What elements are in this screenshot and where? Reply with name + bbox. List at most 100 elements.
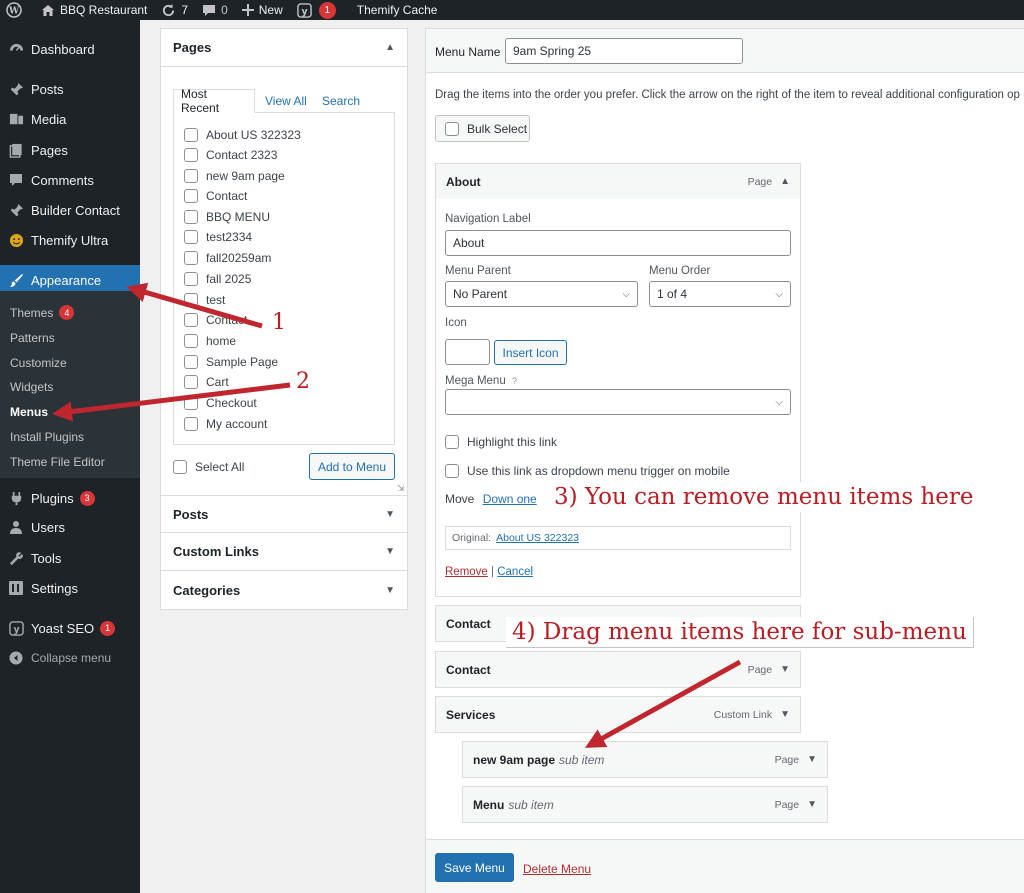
checkbox[interactable]: [184, 293, 198, 307]
yoast-adminbar-link[interactable]: y 1: [290, 0, 343, 20]
icon-input[interactable]: [445, 339, 490, 365]
sidebar-item-dashboard[interactable]: Dashboard: [0, 34, 140, 64]
checkbox[interactable]: [184, 128, 198, 142]
page-checkbox-row[interactable]: BBQ MENU: [184, 210, 270, 224]
sidebar-item-tools[interactable]: Tools: [0, 543, 140, 573]
save-menu-button[interactable]: Save Menu: [435, 853, 514, 882]
page-checkbox-row[interactable]: test: [184, 293, 225, 307]
sidebar-item-pages[interactable]: Pages: [0, 135, 140, 165]
sidebar-item-comments[interactable]: Comments: [0, 165, 140, 195]
sidebar-item-settings[interactable]: Settings: [0, 573, 140, 603]
resize-handle-icon[interactable]: ⇲: [397, 483, 405, 494]
checkbox[interactable]: [184, 210, 198, 224]
checkbox[interactable]: [184, 396, 198, 410]
checkbox[interactable]: [184, 189, 198, 203]
custom-links-accordion-header[interactable]: Custom Links ▼: [161, 533, 407, 571]
sidebar-item-yoast-seo[interactable]: y Yoast SEO 1: [0, 613, 140, 643]
page-checkbox-row[interactable]: Checkout: [184, 396, 257, 410]
checkbox[interactable]: [184, 251, 198, 265]
navigation-label-input[interactable]: About: [445, 230, 791, 256]
page-checkbox-row[interactable]: Cart: [184, 375, 229, 389]
tab-view-all[interactable]: View All: [258, 89, 314, 113]
checkbox[interactable]: [184, 417, 198, 431]
caret-down-icon[interactable]: ▼: [780, 709, 790, 720]
checkbox[interactable]: [184, 355, 198, 369]
page-label: Contact: [206, 189, 248, 203]
checkbox[interactable]: [184, 230, 198, 244]
menu-order-select[interactable]: 1 of 4 ⌵: [649, 281, 791, 307]
menu-name-input[interactable]: 9am Spring 25: [505, 38, 743, 64]
submenu-item-themes[interactable]: Themes 4: [10, 305, 75, 320]
wordpress-logo-button[interactable]: W: [0, 0, 34, 20]
checkbox[interactable]: [445, 464, 459, 478]
tab-most-recent[interactable]: Most Recent: [173, 87, 255, 115]
original-page-link[interactable]: About US 322323: [496, 532, 579, 544]
new-content-link[interactable]: New: [235, 0, 290, 20]
submenu-item-install-plugins[interactable]: Install Plugins: [10, 430, 84, 444]
menu-item-about-header[interactable]: About Page ▲: [435, 163, 801, 200]
menu-sub-item[interactable]: new 9am page sub item Page ▼: [462, 741, 828, 778]
page-checkbox-row[interactable]: home: [184, 334, 236, 348]
submenu-item-menus[interactable]: Menus: [10, 405, 48, 419]
page-checkbox-row[interactable]: test2334: [184, 230, 252, 244]
page-checkbox-row[interactable]: My account: [184, 417, 267, 431]
caret-down-icon[interactable]: ▼: [807, 754, 817, 765]
checkbox[interactable]: [184, 313, 198, 327]
page-checkbox-row[interactable]: fall20259am: [184, 251, 271, 265]
add-to-menu-button[interactable]: Add to Menu: [309, 453, 395, 480]
submenu-item-customize[interactable]: Customize: [10, 356, 67, 370]
delete-menu-link[interactable]: Delete Menu: [523, 862, 591, 876]
menu-item-services[interactable]: Services Custom Link ▼: [435, 696, 801, 733]
page-checkbox-row[interactable]: Sample Page: [184, 355, 278, 369]
page-checkbox-row[interactable]: Contact: [184, 189, 247, 203]
checkbox[interactable]: [445, 435, 459, 449]
checkbox[interactable]: [184, 272, 198, 286]
page-checkbox-row[interactable]: new 9am page: [184, 169, 285, 183]
move-down-one-link[interactable]: Down one: [483, 492, 537, 506]
bulk-select-button[interactable]: Bulk Select: [435, 115, 530, 142]
page-checkbox-row[interactable]: fall 2025: [184, 272, 251, 286]
cancel-item-link[interactable]: Cancel: [497, 566, 533, 578]
updates-link[interactable]: 7: [154, 0, 195, 20]
menu-item-about-settings: Navigation Label About Menu Parent No Pa…: [435, 199, 801, 597]
themify-cache-link[interactable]: Themify Cache: [343, 0, 445, 20]
sidebar-item-users[interactable]: Users: [0, 512, 140, 542]
checkbox[interactable]: [184, 334, 198, 348]
highlight-link-checkbox-row[interactable]: Highlight this link: [445, 435, 557, 449]
sidebar-item-posts[interactable]: Posts: [0, 74, 140, 104]
page-checkbox-row[interactable]: Contact 2323: [184, 148, 277, 162]
categories-accordion-header[interactable]: Categories ▼: [161, 571, 407, 609]
checkbox[interactable]: [184, 375, 198, 389]
collapse-menu-button[interactable]: Collapse menu: [0, 643, 140, 673]
tab-search[interactable]: Search: [315, 89, 367, 113]
comments-link[interactable]: 0: [195, 0, 235, 20]
menu-parent-select[interactable]: No Parent ⌵: [445, 281, 638, 307]
insert-icon-button[interactable]: Insert Icon: [494, 340, 567, 365]
submenu-item-patterns[interactable]: Patterns: [10, 331, 55, 345]
select-all-checkbox-row[interactable]: Select All: [173, 460, 244, 474]
sidebar-item-media[interactable]: Media: [0, 104, 140, 134]
checkbox[interactable]: [445, 121, 459, 136]
caret-down-icon[interactable]: ▼: [780, 664, 790, 675]
checkbox[interactable]: [184, 148, 198, 162]
page-checkbox-row[interactable]: About US 322323: [184, 128, 301, 142]
submenu-item-widgets[interactable]: Widgets: [10, 380, 53, 394]
submenu-item-theme-file-editor[interactable]: Theme File Editor: [10, 455, 105, 469]
menu-sub-item[interactable]: Menu sub item Page ▼: [462, 786, 828, 823]
posts-accordion-header[interactable]: Posts ▼: [161, 495, 407, 533]
caret-down-icon[interactable]: ▼: [807, 799, 817, 810]
checkbox[interactable]: [173, 460, 187, 474]
dropdown-trigger-checkbox-row[interactable]: Use this link as dropdown menu trigger o…: [445, 464, 730, 478]
caret-up-icon[interactable]: ▲: [780, 176, 790, 187]
sidebar-item-themify-ultra[interactable]: Themify Ultra: [0, 225, 140, 255]
site-name-link[interactable]: BBQ Restaurant: [34, 0, 154, 20]
sidebar-item-plugins[interactable]: Plugins 3: [0, 483, 140, 513]
mega-menu-select[interactable]: ⌵: [445, 389, 791, 415]
pages-accordion-header[interactable]: Pages ▲: [161, 29, 407, 67]
menu-item-contact[interactable]: Contact Page ▼: [435, 651, 801, 688]
checkbox[interactable]: [184, 169, 198, 183]
page-checkbox-row[interactable]: Contact: [184, 313, 247, 327]
sidebar-item-builder-contact[interactable]: Builder Contact: [0, 195, 140, 225]
help-icon[interactable]: ?: [512, 376, 517, 386]
remove-item-link[interactable]: Remove: [445, 566, 488, 578]
